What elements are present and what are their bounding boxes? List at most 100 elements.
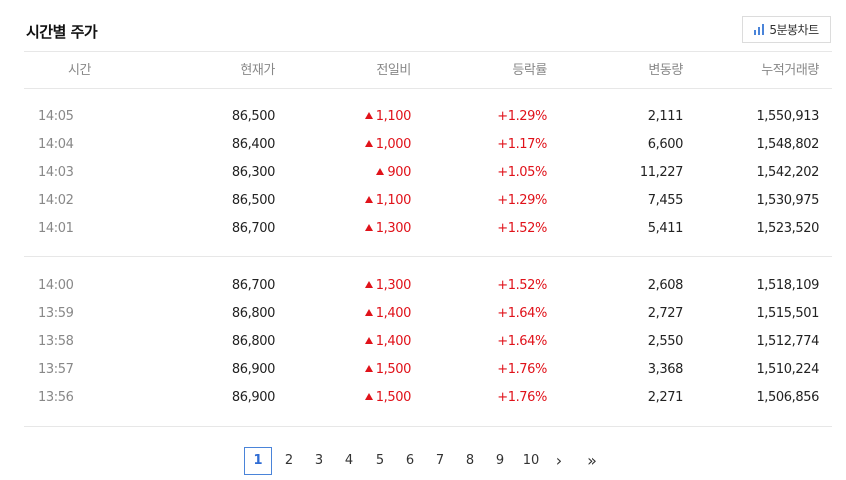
page-4-link[interactable]: 4 (338, 447, 360, 475)
change-cell: 1,400 (364, 328, 412, 356)
volume-cell: 2,111 (647, 109, 684, 124)
last-page-icon[interactable]: » (582, 447, 602, 475)
header-volume: 변동량 (648, 63, 683, 78)
change-cell: 1,300 (364, 215, 411, 243)
page-2-link[interactable]: 2 (278, 447, 300, 475)
page-10-link[interactable]: 10 (520, 447, 542, 475)
rate-cell: +1.05% (497, 165, 547, 180)
rate-cell: +1.64% (497, 334, 547, 349)
volume-cell: 2,727 (647, 306, 684, 321)
change-value: 1,400 (375, 306, 412, 321)
cumulative-cell: 1,523,520 (756, 221, 819, 236)
volume-cell: 5,411 (647, 221, 684, 236)
five-minute-chart-button[interactable]: 5분봉차트 (742, 16, 831, 43)
change-cell: 900 (376, 159, 411, 187)
time-cell: 14:00 (38, 278, 74, 293)
up-triangle-icon (364, 393, 373, 400)
table-row: 14:03 86,300 900 +1.05% 11,227 1,542,202 (0, 159, 846, 187)
change-value: 1,300 (375, 278, 412, 293)
table-row: 13:57 86,900 1,500 +1.76% 3,368 1,510,224 (0, 356, 846, 384)
table-top-divider (24, 51, 832, 52)
rate-cell: +1.52% (497, 221, 547, 236)
rate-cell: +1.29% (497, 193, 547, 208)
time-cell: 14:03 (38, 165, 74, 180)
table-row: 14:04 86,400 1,000 +1.17% 6,600 1,548,802 (0, 131, 846, 159)
up-triangle-icon (376, 168, 385, 175)
table-row: 14:01 86,700 1,300 +1.52% 5,411 1,523,520 (0, 215, 846, 243)
page-8-link[interactable]: 8 (459, 447, 481, 475)
time-cell: 14:01 (38, 221, 74, 236)
bar-chart-icon (754, 24, 765, 35)
change-value: 1,000 (375, 137, 412, 152)
change-cell: 1,000 (364, 131, 412, 159)
time-cell: 14:04 (38, 137, 74, 152)
five-minute-chart-label: 5분봉차트 (769, 23, 819, 37)
table-row: 14:02 86,500 1,100 +1.29% 7,455 1,530,975 (0, 187, 846, 215)
table-row: 13:59 86,800 1,400 +1.64% 2,727 1,515,501 (0, 300, 846, 328)
volume-cell: 2,271 (647, 390, 684, 405)
price-cell: 86,700 (231, 278, 275, 293)
time-cell: 13:59 (38, 306, 74, 321)
volume-cell: 2,550 (647, 334, 684, 349)
up-triangle-icon (364, 309, 373, 316)
page-1-link[interactable]: 1 (244, 447, 272, 475)
up-triangle-icon (364, 337, 373, 344)
price-cell: 86,500 (231, 109, 275, 124)
volume-cell: 11,227 (639, 165, 683, 180)
change-cell: 1,500 (364, 384, 412, 412)
price-cell: 86,900 (231, 362, 275, 377)
page-title: 시간별 주가 (26, 23, 98, 41)
up-triangle-icon (364, 281, 373, 288)
change-cell: 1,100 (364, 187, 412, 215)
table-header: 시간 현재가 전일비 등락률 변동량 누적거래량 (0, 57, 846, 85)
volume-cell: 6,600 (647, 137, 684, 152)
page-3-link[interactable]: 3 (308, 447, 330, 475)
price-cell: 86,700 (231, 221, 275, 236)
rate-cell: +1.76% (497, 390, 547, 405)
price-cell: 86,400 (231, 137, 275, 152)
time-cell: 13:58 (38, 334, 74, 349)
cumulative-cell: 1,518,109 (756, 278, 819, 293)
change-value: 1,500 (375, 390, 412, 405)
change-value: 1,100 (375, 109, 412, 124)
price-cell: 86,800 (231, 334, 275, 349)
up-triangle-icon (364, 196, 373, 203)
cumulative-cell: 1,548,802 (756, 137, 819, 152)
volume-cell: 7,455 (647, 193, 684, 208)
page-9-link[interactable]: 9 (489, 447, 511, 475)
table-row: 13:58 86,800 1,400 +1.64% 2,550 1,512,774 (0, 328, 846, 356)
cumulative-cell: 1,530,975 (756, 193, 819, 208)
price-cell: 86,300 (231, 165, 275, 180)
price-cell: 86,900 (231, 390, 275, 405)
table-row: 14:05 86,500 1,100 +1.29% 2,111 1,550,913 (0, 103, 846, 131)
volume-cell: 2,608 (647, 278, 684, 293)
page-7-link[interactable]: 7 (429, 447, 451, 475)
header-price: 현재가 (240, 63, 275, 78)
change-value: 1,500 (375, 362, 412, 377)
time-cell: 13:57 (38, 362, 74, 377)
table-row: 13:56 86,900 1,500 +1.76% 2,271 1,506,856 (0, 384, 846, 412)
next-page-icon[interactable]: › (551, 447, 567, 475)
up-triangle-icon (364, 365, 373, 372)
change-cell: 1,500 (364, 356, 412, 384)
table-bottom-divider (24, 426, 832, 427)
price-cell: 86,500 (231, 193, 275, 208)
change-value: 1,100 (375, 193, 412, 208)
page-5-link[interactable]: 5 (369, 447, 391, 475)
cumulative-cell: 1,550,913 (756, 109, 819, 124)
rate-cell: +1.17% (497, 137, 547, 152)
change-value: 1,400 (375, 334, 412, 349)
rate-cell: +1.76% (497, 362, 547, 377)
cumulative-cell: 1,510,224 (756, 362, 819, 377)
up-triangle-icon (364, 140, 373, 147)
price-cell: 86,800 (231, 306, 275, 321)
up-triangle-icon (364, 112, 373, 119)
change-value: 900 (387, 165, 411, 180)
header-divider (24, 88, 832, 89)
change-cell: 1,100 (364, 103, 412, 131)
volume-cell: 3,368 (647, 362, 684, 377)
header-time: 시간 (68, 63, 92, 78)
page-6-link[interactable]: 6 (399, 447, 421, 475)
rate-cell: +1.52% (497, 278, 547, 293)
pagination: 1 2 3 4 5 6 7 8 9 10 › » (0, 447, 846, 475)
